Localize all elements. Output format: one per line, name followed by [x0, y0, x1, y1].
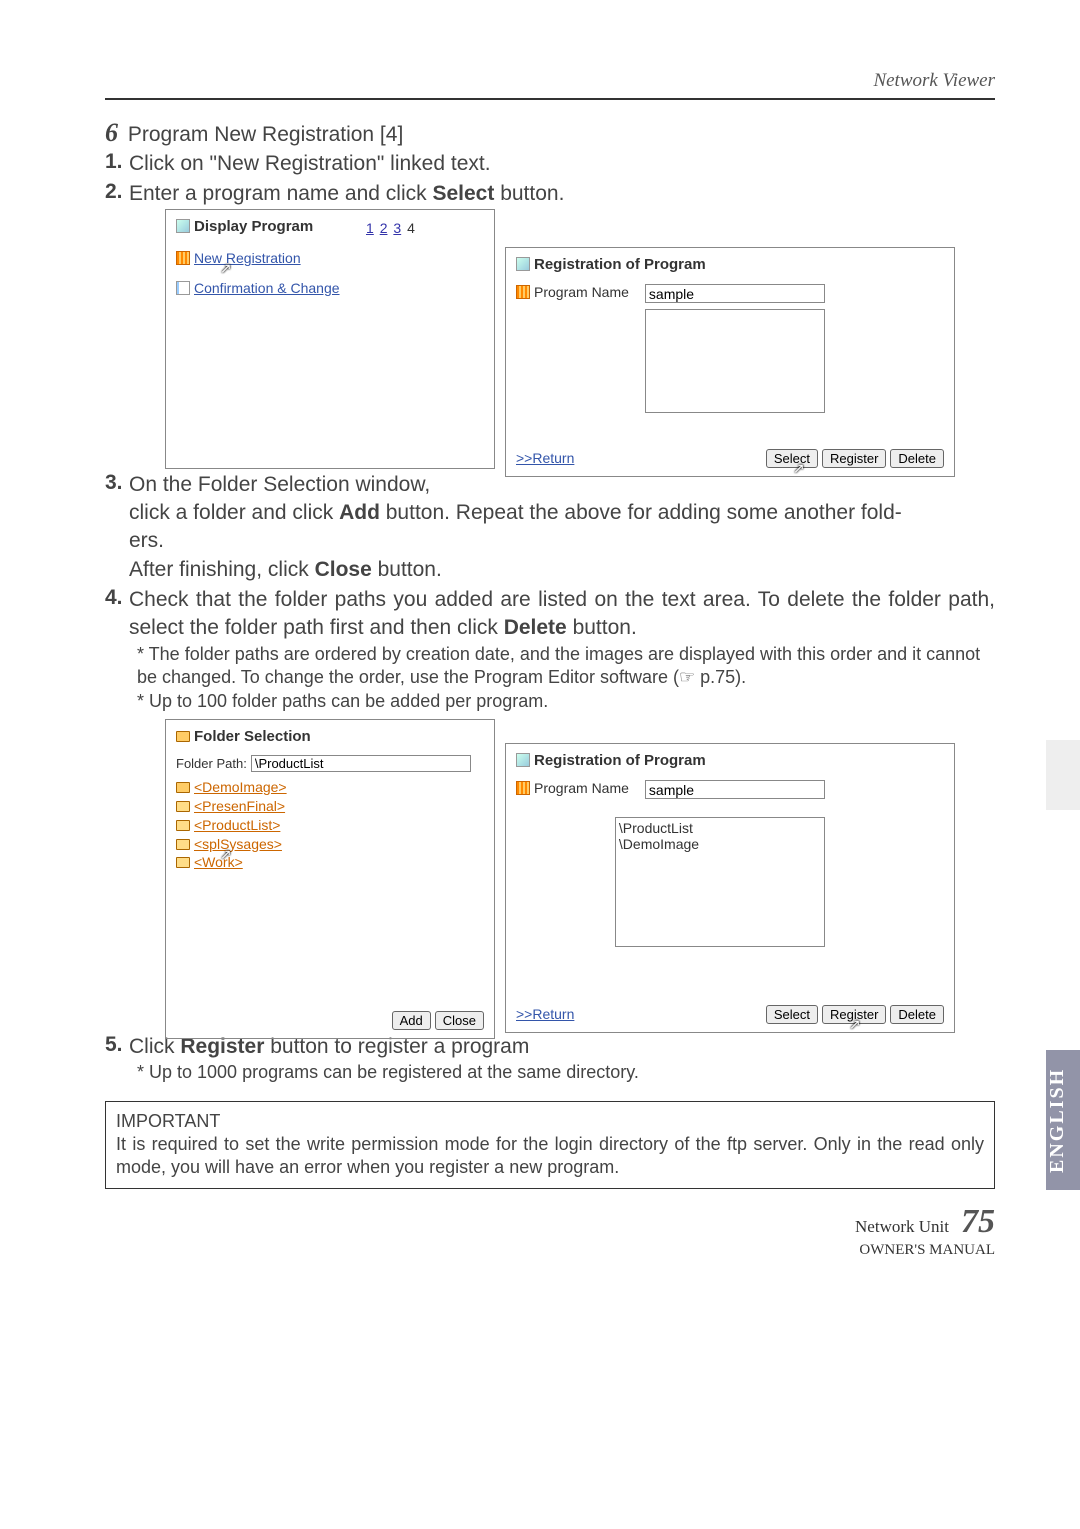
dp-title: Display Program [176, 218, 313, 235]
closed-folder-icon [176, 839, 190, 850]
screenshot-registration-1: Registration of Program Program Name >>R… [505, 247, 955, 477]
item1-num: 1. [105, 150, 129, 178]
folder-link-2[interactable]: <ProductList> [194, 816, 280, 835]
item1-text: Click on "New Registration" linked text. [129, 150, 995, 178]
folder-paths-area-1[interactable] [645, 309, 825, 413]
item2-bold: Select [432, 182, 494, 205]
item3-l4b: Close [315, 558, 372, 581]
item3-l2b: Add [339, 501, 380, 524]
confirm-row: Confirmation & Change [176, 280, 484, 296]
item4-bold: Delete [504, 616, 567, 639]
item2-text: Enter a program name and click Select bu… [129, 180, 995, 208]
side-tab-light [1046, 740, 1080, 810]
register-button-2[interactable]: Register [822, 1005, 886, 1024]
fs-title-text: Folder Selection [194, 728, 311, 745]
window-icon [516, 257, 530, 271]
add-button[interactable]: Add [392, 1011, 431, 1030]
delete-button-1[interactable]: Delete [890, 449, 944, 468]
note-4b: * Up to 100 folder paths can be added pe… [137, 690, 995, 713]
closed-folder-icon [176, 857, 190, 868]
item3-text: On the Folder Selection window, click a … [129, 471, 995, 584]
reg-title-1: Registration of Program [516, 256, 706, 273]
return-link-1[interactable]: >>Return [516, 450, 574, 466]
item3-num: 3. [105, 471, 129, 584]
important-box: IMPORTANT It is required to set the writ… [105, 1101, 995, 1189]
select-button-2[interactable]: Select [766, 1005, 818, 1024]
item3-l2c: button. Repeat the above for adding some… [380, 501, 902, 524]
program-name-label-1: Program Name [516, 284, 629, 300]
register-button-1[interactable]: Register [822, 449, 886, 468]
item3-l4a: After finishing, click [129, 558, 315, 581]
reg-title-text-1: Registration of Program [534, 256, 706, 273]
footer: Network Unit 75 OWNER'S MANUAL [105, 1203, 995, 1259]
chart-icon [516, 285, 530, 299]
page-nums: 1 2 3 4 [366, 220, 415, 236]
language-tab: ENGLISH [1046, 1050, 1080, 1190]
program-name-label-text-1: Program Name [534, 284, 629, 300]
item4-num: 4. [105, 586, 129, 643]
folder-link-0[interactable]: <DemoImage> [194, 778, 287, 797]
program-name-label-text-2: Program Name [534, 780, 629, 796]
chart-icon [516, 781, 530, 795]
important-heading: IMPORTANT [116, 1110, 984, 1133]
new-registration-link[interactable]: New Registration [194, 250, 301, 266]
footer-unit: Network Unit [855, 1217, 949, 1236]
sheet-icon [176, 281, 190, 295]
program-name-label-2: Program Name [516, 780, 629, 796]
open-folder-icon [176, 782, 190, 793]
item3-l4c: button. [372, 558, 442, 581]
closed-folder-icon [176, 820, 190, 831]
delete-button-2[interactable]: Delete [890, 1005, 944, 1024]
page-link-1[interactable]: 1 [366, 220, 374, 236]
screenshot-registration-2: Registration of Program Program Name \Pr… [505, 743, 955, 1033]
program-name-input-2[interactable] [645, 780, 825, 799]
note-5: * Up to 1000 programs can be registered … [137, 1061, 995, 1084]
item4-post: button. [567, 616, 637, 639]
chart-icon [176, 251, 190, 265]
program-name-input-1[interactable] [645, 284, 825, 303]
folder-link-4[interactable]: <Work> [194, 853, 243, 872]
page-current-4: 4 [407, 220, 415, 236]
page-link-3[interactable]: 3 [393, 220, 401, 236]
footer-manual: OWNER'S MANUAL [859, 1242, 995, 1258]
step6-heading: 6 Program New Registration [4] [105, 118, 995, 148]
page-link-2[interactable]: 2 [380, 220, 388, 236]
folder-paths-area-2[interactable]: \ProductList \DemoImage [615, 817, 825, 947]
confirmation-change-link[interactable]: Confirmation & Change [194, 280, 340, 296]
item3-l3: ers. [129, 529, 164, 552]
item2-pre: Enter a program name and click [129, 182, 432, 205]
folder-path-label: Folder Path: [176, 756, 247, 771]
open-folder-icon [176, 731, 190, 742]
important-body: It is required to set the write permissi… [116, 1133, 984, 1180]
reg-title-text-2: Registration of Program [534, 752, 706, 769]
page-number: 75 [961, 1203, 995, 1240]
new-reg-row: New Registration [176, 250, 484, 266]
window-icon [176, 219, 190, 233]
item3-l2a: click a folder and click [129, 501, 339, 524]
closed-folder-icon [176, 801, 190, 812]
item3-l1: On the Folder Selection window, [129, 473, 430, 496]
step6-num: 6 [105, 118, 118, 147]
window-icon [516, 753, 530, 767]
select-button-1[interactable]: Select [766, 449, 818, 468]
reg-title-2: Registration of Program [516, 752, 706, 769]
folder-link-3[interactable]: <splSysages> [194, 835, 282, 854]
section-header: Network Viewer [105, 70, 995, 92]
screenshot-folder-selection: Folder Selection Folder Path: <DemoImage… [165, 719, 495, 1039]
close-button[interactable]: Close [435, 1011, 484, 1030]
item4-text: Check that the folder paths you added ar… [129, 586, 995, 643]
dp-title-text: Display Program [194, 218, 313, 235]
note-4a: * The folder paths are ordered by creati… [137, 643, 995, 690]
item2-post: button. [494, 182, 564, 205]
folder-path-input[interactable] [251, 755, 471, 772]
return-link-2[interactable]: >>Return [516, 1006, 574, 1022]
item2-num: 2. [105, 180, 129, 208]
fs-title: Folder Selection [176, 728, 311, 745]
header-rule [105, 98, 995, 100]
item5-num: 5. [105, 1033, 129, 1061]
folder-list: <DemoImage> <PresenFinal> <ProductList> … [176, 778, 484, 872]
step6-title: Program New Registration [4] [128, 123, 403, 146]
folder-link-1[interactable]: <PresenFinal> [194, 797, 285, 816]
screenshot-display-program: Display Program 1 2 3 4 New Registration… [165, 209, 495, 469]
